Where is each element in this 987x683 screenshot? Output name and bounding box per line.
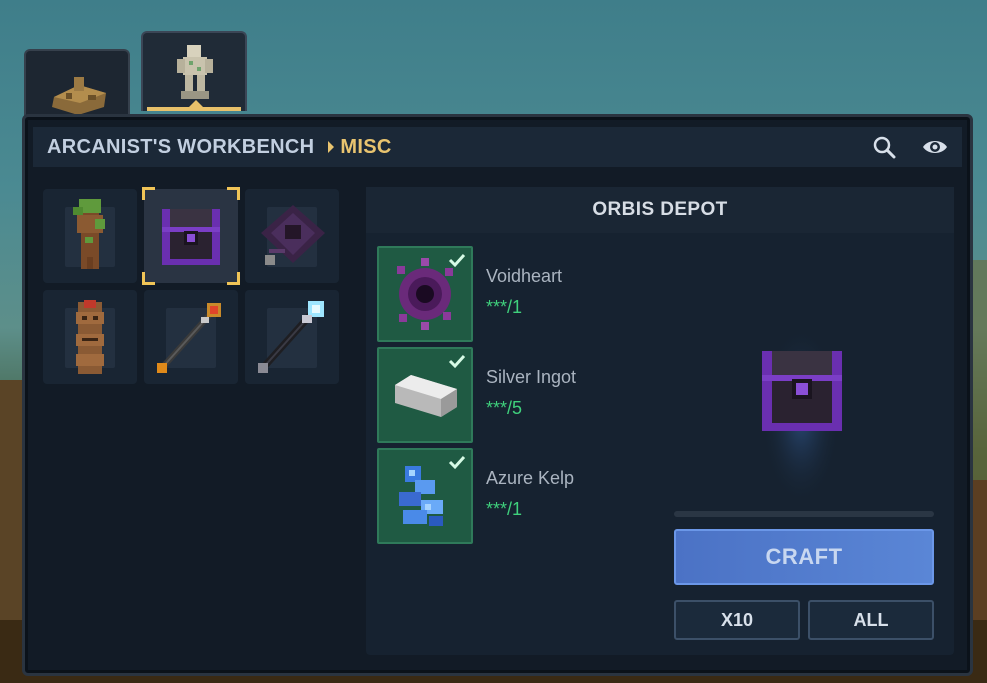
workbench-panel: ARCANIST'S WORKBENCH MISC ORBIS DEPOT Vo… — [22, 114, 973, 676]
active-tab-indicator — [189, 100, 203, 107]
arcane-statue-icon — [177, 45, 213, 99]
ingredient-quantity: ***/1 — [486, 499, 523, 519]
ingredient-quantity: ***/1 — [486, 297, 523, 317]
result-preview — [726, 297, 876, 497]
mossy-totem-icon — [73, 199, 105, 269]
breadcrumb-category: MISC — [340, 135, 392, 158]
ingredient-quantity: ***/5 — [486, 398, 523, 418]
craft-button[interactable]: CRAFT — [674, 529, 934, 585]
fire-staff-icon — [157, 303, 221, 373]
craft-all-button[interactable]: ALL — [808, 600, 934, 640]
void-chest-icon — [162, 209, 220, 265]
wooden-totem-icon — [76, 300, 104, 374]
ice-staff-icon — [258, 301, 324, 373]
check-icon — [448, 354, 466, 369]
craft-x10-button[interactable]: X10 — [674, 600, 800, 640]
void-glider-icon — [261, 205, 325, 265]
craft-progress-bar — [674, 511, 934, 517]
recipe-title: ORBIS DEPOT — [366, 187, 954, 233]
grid-slot-fire-staff[interactable] — [144, 290, 238, 384]
recipe-panel: ORBIS DEPOT Voidheart ***/1 Silver Ingot… — [366, 187, 954, 655]
check-icon — [448, 253, 466, 268]
ingredient-row: Voidheart ***/1 — [377, 246, 677, 342]
breadcrumb-workbench[interactable]: ARCANIST'S WORKBENCH — [47, 136, 314, 159]
grid-slot-wooden-totem[interactable] — [43, 290, 137, 384]
void-chest-icon — [761, 317, 842, 497]
check-icon — [448, 455, 466, 470]
ingredient-slot[interactable] — [377, 448, 473, 544]
ingredient-slot[interactable] — [377, 347, 473, 443]
ingredient-slot[interactable] — [377, 246, 473, 342]
ingredient-name: Silver Ingot — [486, 367, 577, 387]
ingredient-row: Azure Kelp ***/1 — [377, 448, 677, 544]
ingredient-row: Silver Ingot ***/5 — [377, 347, 677, 443]
tab-rubble-bench[interactable] — [24, 49, 130, 117]
breadcrumb-separator-icon — [328, 141, 335, 153]
grid-slot-ice-staff[interactable] — [245, 290, 339, 384]
ingredient-name: Azure Kelp — [486, 468, 575, 488]
rubble-bench-icon — [52, 77, 106, 115]
grid-slot-void-glider[interactable] — [245, 189, 339, 283]
panel-header: ARCANIST'S WORKBENCH MISC — [33, 127, 962, 167]
grid-slot-void-chest[interactable] — [142, 187, 240, 285]
search-icon[interactable] — [872, 135, 898, 159]
grid-slot-mossy-totem[interactable] — [43, 189, 137, 283]
ingredient-name: Voidheart — [486, 266, 563, 286]
tab-arcane-statue[interactable] — [141, 31, 247, 111]
eye-icon[interactable] — [922, 135, 948, 159]
